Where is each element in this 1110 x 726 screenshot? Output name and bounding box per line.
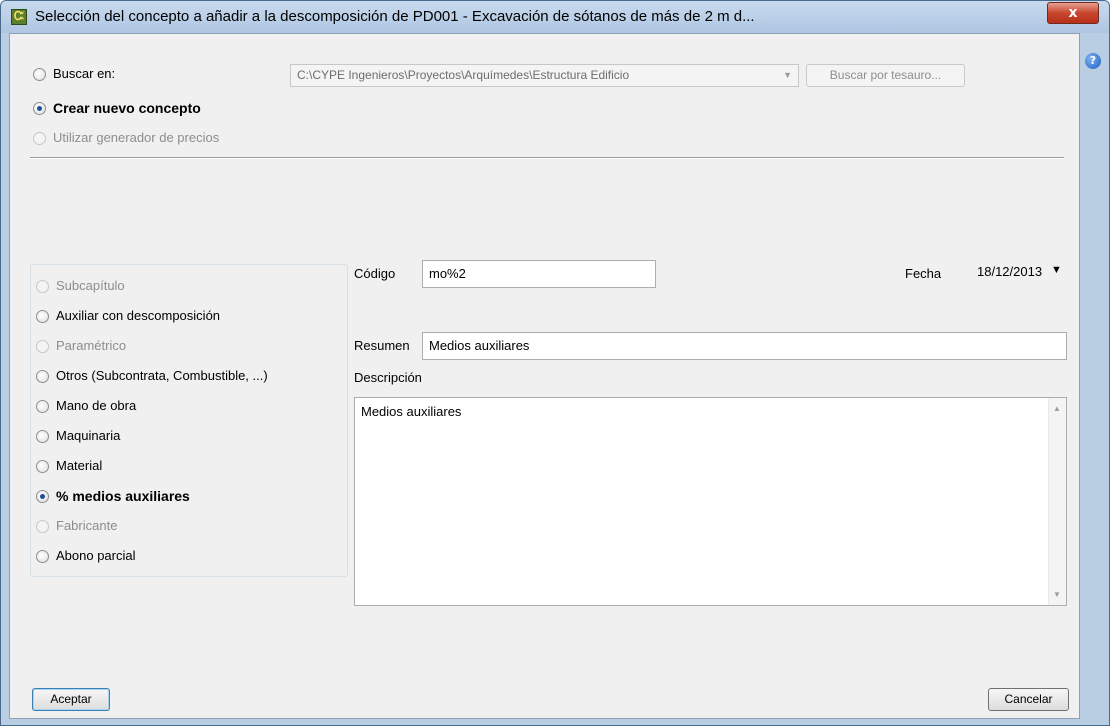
concept-type-radio[interactable] bbox=[36, 400, 49, 413]
buscar-en-label[interactable]: Buscar en: bbox=[53, 66, 115, 81]
concept-type-label[interactable]: Mano de obra bbox=[56, 398, 136, 413]
search-path-combo[interactable]: C:\CYPE Ingenieros\Proyectos\Arquímedes\… bbox=[290, 64, 799, 87]
codigo-input[interactable]: mo%2 bbox=[422, 260, 656, 288]
title-bar[interactable]: Ꮸ Selección del concepto a añadir a la d… bbox=[1, 1, 1109, 33]
concept-type-radio[interactable] bbox=[36, 490, 49, 503]
concept-type-radio[interactable] bbox=[36, 280, 49, 293]
fecha-label: Fecha bbox=[905, 266, 942, 281]
descripcion-label: Descripción bbox=[354, 370, 422, 385]
concept-type-label[interactable]: Material bbox=[56, 458, 102, 473]
chevron-down-icon[interactable]: ▼ bbox=[1051, 264, 1062, 276]
concept-type-label[interactable]: Subcapítulo bbox=[56, 278, 125, 293]
chevron-down-icon: ▼ bbox=[783, 70, 792, 80]
dialog-window: Ꮸ Selección del concepto a añadir a la d… bbox=[0, 0, 1110, 726]
generador-precios-label[interactable]: Utilizar generador de precios bbox=[53, 130, 219, 145]
app-icon-glyph: Ꮸ bbox=[14, 9, 25, 23]
close-icon: x bbox=[1068, 5, 1078, 21]
close-button[interactable]: x bbox=[1047, 2, 1099, 24]
concept-type-label[interactable]: Maquinaria bbox=[56, 428, 120, 443]
resumen-input[interactable]: Medios auxiliares bbox=[422, 332, 1067, 360]
buscar-tesauro-button[interactable]: Buscar por tesauro... bbox=[806, 64, 965, 87]
cancelar-button[interactable]: Cancelar bbox=[988, 688, 1069, 711]
crear-nuevo-radio[interactable] bbox=[33, 102, 46, 115]
concept-type-radio[interactable] bbox=[36, 460, 49, 473]
concept-type-label[interactable]: Fabricante bbox=[56, 518, 117, 533]
concept-type-label[interactable]: Paramétrico bbox=[56, 338, 126, 353]
descripcion-text: Medios auxiliares bbox=[361, 404, 462, 419]
resumen-label: Resumen bbox=[354, 338, 410, 353]
fecha-value[interactable]: 18/12/2013 bbox=[977, 264, 1042, 279]
concept-type-radio[interactable] bbox=[36, 370, 49, 383]
aceptar-button[interactable]: Aceptar bbox=[32, 688, 110, 711]
descripcion-textarea[interactable]: Medios auxiliares ▲ ▼ bbox=[354, 397, 1067, 606]
concept-type-group: Subcapítulo Auxiliar con descomposición Pa… bbox=[30, 264, 348, 577]
descripcion-scrollbar[interactable]: ▲ ▼ bbox=[1048, 398, 1066, 605]
help-icon[interactable]: ? bbox=[1085, 53, 1101, 69]
scroll-down-icon[interactable]: ▼ bbox=[1053, 590, 1061, 599]
scroll-up-icon[interactable]: ▲ bbox=[1053, 404, 1061, 413]
concept-type-label[interactable]: Auxiliar con descomposición bbox=[56, 308, 220, 323]
separator-line bbox=[30, 157, 1064, 159]
concept-type-radio[interactable] bbox=[36, 550, 49, 563]
app-icon: Ꮸ bbox=[11, 9, 27, 25]
generador-precios-radio[interactable] bbox=[33, 132, 46, 145]
concept-type-radio[interactable] bbox=[36, 310, 49, 323]
concept-type-label[interactable]: Abono parcial bbox=[56, 548, 136, 563]
concept-type-radio[interactable] bbox=[36, 520, 49, 533]
buscar-en-radio[interactable] bbox=[33, 68, 46, 81]
search-path-value: C:\CYPE Ingenieros\Proyectos\Arquímedes\… bbox=[297, 68, 630, 82]
codigo-label: Código bbox=[354, 266, 396, 281]
concept-type-label[interactable]: % medios auxiliares bbox=[56, 488, 190, 504]
dialog-client-area: Buscar en: C:\CYPE Ingenieros\Proyectos\… bbox=[9, 33, 1080, 719]
crear-nuevo-label[interactable]: Crear nuevo concepto bbox=[53, 100, 201, 116]
concept-type-radio[interactable] bbox=[36, 430, 49, 443]
concept-type-label[interactable]: Otros (Subcontrata, Combustible, ...) bbox=[56, 368, 268, 383]
concept-type-radio[interactable] bbox=[36, 340, 49, 353]
window-title: Selección del concepto a añadir a la des… bbox=[35, 8, 755, 25]
